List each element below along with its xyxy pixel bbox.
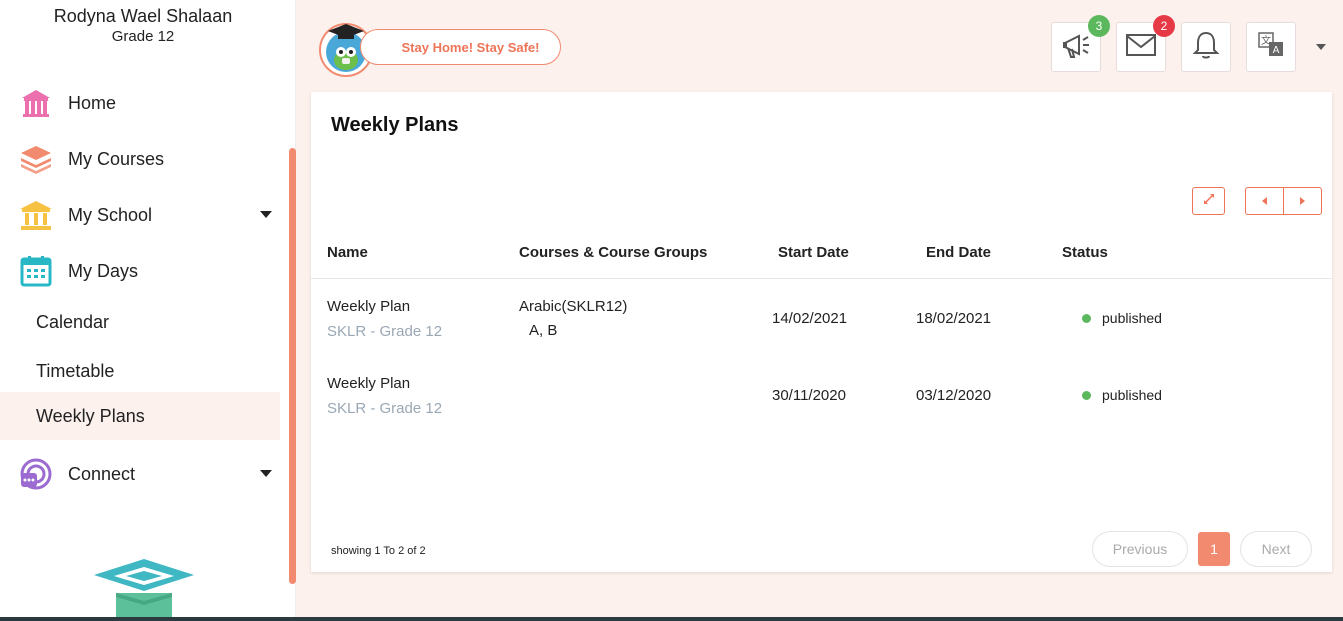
user-name: Rodyna Wael Shalaan	[53, 6, 233, 26]
caret-left-icon	[1262, 197, 1267, 205]
sidebar-item-my-school[interactable]: My School	[0, 192, 280, 238]
sidebar-item-label: My Courses	[68, 148, 165, 169]
course-name: Arabic(SKLR12)	[519, 298, 628, 315]
profile-dropdown-caret[interactable]	[1316, 44, 1326, 50]
end-date: 03/12/2020	[916, 387, 992, 404]
plan-name[interactable]: Weekly Plan	[327, 298, 410, 315]
next-week-button[interactable]	[1283, 187, 1322, 215]
page-number-button[interactable]: 1	[1198, 532, 1230, 566]
plan-subtitle: SKLR - Grade 12	[327, 400, 443, 417]
taskbar-strip	[0, 617, 1343, 621]
column-header-name: Name	[327, 244, 368, 261]
column-header-status: Status	[1062, 244, 1108, 261]
sidebar-subitem-calendar[interactable]: Calendar	[0, 298, 280, 346]
next-page-button[interactable]: Next	[1240, 531, 1312, 567]
sidebar-item-connect[interactable]: Connect	[0, 451, 280, 497]
previous-page-button[interactable]: Previous	[1092, 531, 1188, 567]
sidebar-item-label: Connect	[68, 463, 136, 484]
expand-button[interactable]	[1192, 187, 1225, 215]
messages-button[interactable]: 2	[1116, 15, 1175, 72]
status-badge: published	[1082, 310, 1162, 326]
start-date: 30/11/2020	[772, 387, 846, 404]
caret-right-icon	[1300, 197, 1305, 205]
column-header-end-date: End Date	[926, 244, 992, 261]
sidebar-item-my-days[interactable]: My Days	[0, 248, 280, 294]
user-grade: Grade 12	[111, 28, 175, 45]
messages-badge: 2	[1153, 15, 1175, 37]
start-date: 14/02/2021	[772, 310, 848, 327]
plan-name[interactable]: Weekly Plan	[327, 375, 410, 392]
chevron-down-icon[interactable]	[260, 470, 272, 477]
status-dot-icon	[1082, 313, 1091, 323]
announcements-badge: 3	[1088, 15, 1110, 37]
stay-safe-banner: Stay Home! Stay Safe!	[360, 29, 561, 65]
school-icon	[18, 197, 54, 233]
translate-icon: 文A	[1256, 30, 1286, 65]
language-button[interactable]: 文A	[1246, 22, 1296, 72]
end-date: 18/02/2021	[916, 310, 992, 327]
column-header-start-date: Start Date	[778, 244, 849, 261]
notifications-button[interactable]	[1181, 22, 1231, 72]
connect-icon	[18, 456, 54, 492]
sidebar-item-label: My School	[68, 204, 153, 225]
status-badge: published	[1082, 387, 1162, 403]
sidebar-item-label: My Days	[68, 260, 139, 281]
chevron-down-icon[interactable]	[260, 211, 272, 218]
plan-subtitle: SKLR - Grade 12	[327, 323, 443, 340]
calendar-icon	[18, 253, 54, 289]
megaphone-icon	[1061, 31, 1091, 64]
sidebar: Rodyna Wael Shalaan Grade 12 Home My Cou…	[0, 0, 296, 621]
svg-text:A: A	[1273, 45, 1280, 56]
sidebar-subitem-timetable[interactable]: Timetable	[0, 347, 280, 395]
status-dot-icon	[1082, 390, 1091, 400]
announcements-button[interactable]: 3	[1051, 15, 1110, 72]
page-title: Weekly Plans	[331, 114, 459, 136]
bell-icon	[1192, 30, 1220, 65]
home-icon	[18, 85, 54, 121]
sidebar-item-home[interactable]: Home	[0, 80, 280, 126]
course-groups: A, B	[529, 322, 558, 339]
sidebar-item-my-courses[interactable]: My Courses	[0, 136, 280, 182]
weekly-plans-card: Weekly Plans Name Courses & Course Group…	[311, 92, 1332, 572]
column-header-courses: Courses & Course Groups	[519, 244, 708, 261]
status-label: published	[1102, 310, 1162, 326]
status-label: published	[1102, 387, 1162, 403]
sidebar-item-label: Home	[68, 92, 117, 113]
sidebar-scrollbar[interactable]	[289, 148, 296, 584]
app-logo	[90, 557, 198, 621]
expand-icon	[1202, 192, 1216, 211]
sidebar-subitem-weekly-plans[interactable]: Weekly Plans	[0, 392, 280, 440]
pagination-summary: showing 1 To 2 of 2	[331, 545, 426, 557]
prev-week-button[interactable]	[1245, 187, 1284, 215]
header-divider	[311, 278, 1332, 279]
courses-icon	[18, 141, 54, 177]
envelope-icon	[1125, 33, 1157, 62]
